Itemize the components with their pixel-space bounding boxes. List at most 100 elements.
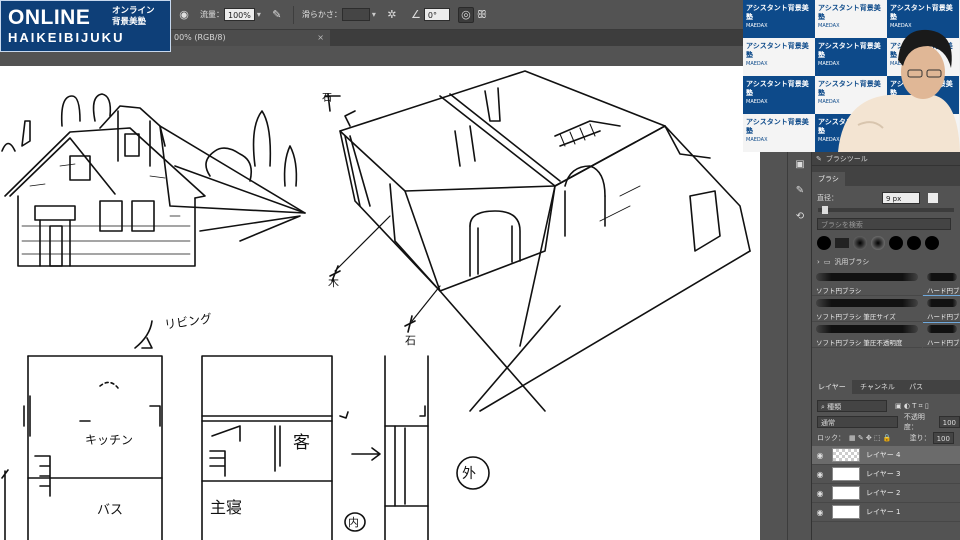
brush-tip[interactable] xyxy=(871,236,885,250)
history-icon[interactable]: ⟲ xyxy=(793,210,807,224)
brush-preset[interactable]: ハード円ブラシ xyxy=(923,270,960,296)
brush-search-input[interactable]: ブラシを検索 xyxy=(817,218,951,230)
eye-icon[interactable]: ◉ xyxy=(812,508,828,517)
size-label: 直径： xyxy=(817,194,838,202)
logo-japanese: オンライン 背景美塾 xyxy=(112,6,170,28)
blend-mode-select[interactable]: 通常 xyxy=(817,416,898,428)
panel-icon-strip: ▣ ✎ ⟲ xyxy=(787,152,811,540)
brush-group-name: 汎用ブラシ xyxy=(834,258,870,266)
layers-tabs: レイヤー チャンネル パス xyxy=(812,380,960,394)
layer-row[interactable]: ◉ レイヤー 1 xyxy=(812,503,960,522)
layer-row[interactable]: ◉ レイヤー 2 xyxy=(812,484,960,503)
brush-tips-row xyxy=(812,232,960,254)
layer-list: ◉ レイヤー 4 ◉ レイヤー 3 ◉ レイヤー 2 ◉ レイヤー 1 xyxy=(812,446,960,522)
symmetry-icon[interactable]: ꕥ xyxy=(474,7,490,23)
size-field[interactable]: 9 px xyxy=(882,192,920,204)
brush-preset[interactable]: ハード円ブ xyxy=(923,322,960,348)
chevron-down-icon[interactable]: ▾ xyxy=(257,10,261,19)
fill-label: 塗り： xyxy=(909,434,931,442)
tab-channels[interactable]: チャンネル xyxy=(854,380,901,394)
angle-icon: ∠ xyxy=(410,8,421,21)
new-brush-icon[interactable] xyxy=(928,193,938,203)
pressure-size-icon[interactable]: ◎ xyxy=(457,6,474,23)
opacity-label: 不透明度： xyxy=(903,413,925,431)
channel-logo: ONLINE HAIKEIBIJUKU オンライン 背景美塾 xyxy=(0,0,171,52)
brush-preset-label: ソフト円ブラシ 筆圧サイズ xyxy=(816,313,896,321)
lock-icons[interactable]: ▦ ✎ ✥ ⬚ 🔒 xyxy=(849,434,892,442)
layer-name: レイヤー 1 xyxy=(866,508,901,516)
brush-icon[interactable]: ✎ xyxy=(793,184,807,198)
photoshop-window: { "logo": { "main": "ONLINE", "sub": "HA… xyxy=(0,0,960,540)
logo-jp-line2: 背景美塾 xyxy=(112,17,147,27)
annotation-master-bed: 主寝 xyxy=(210,498,242,517)
tab-layers[interactable]: レイヤー xyxy=(812,380,852,394)
search-row: ブラシを検索 xyxy=(812,216,960,232)
eye-icon[interactable]: ◉ xyxy=(812,451,828,460)
gear-icon[interactable]: ✲ xyxy=(384,7,400,23)
chevron-down-icon[interactable]: › xyxy=(817,258,820,266)
opacity-field[interactable]: 100 xyxy=(938,416,960,428)
brush-preset[interactable]: ソフト円ブラシ 筆圧不透明度 xyxy=(812,322,922,348)
layer-row[interactable]: ◉ レイヤー 3 xyxy=(812,465,960,484)
fill-field[interactable]: 100 xyxy=(932,432,954,444)
brush-tool-icon: ✎ xyxy=(816,154,822,163)
annotation-kitchen: キッチン xyxy=(85,433,133,447)
brush-preset[interactable]: ソフト円ブラシ xyxy=(812,270,922,296)
webcam-overlay: アシスタント背景美塾 MAEDAX アシスタント背景美塾 MAEDAX アシスタント… xyxy=(743,0,960,152)
airbrush-icon[interactable]: ✎ xyxy=(269,7,285,23)
layer-row[interactable]: ◉ レイヤー 4 xyxy=(812,446,960,465)
flow-label: 流量： xyxy=(200,10,224,19)
brush-preset-label: ハード円ブラシ xyxy=(927,287,960,295)
brush-tip[interactable] xyxy=(907,236,921,250)
document-tab[interactable]: 00% (RGB/8) × xyxy=(170,30,330,46)
layer-kind-label: 種類 xyxy=(827,403,842,411)
filter-icons[interactable]: ▣ ◐ T ⌗ ▯ xyxy=(895,402,929,411)
brush-settings-icon[interactable]: ◉ xyxy=(176,7,192,23)
brush-tip[interactable] xyxy=(817,236,831,250)
layer-name: レイヤー 4 xyxy=(866,451,901,459)
size-slider[interactable] xyxy=(818,206,954,214)
blend-row: 通常 不透明度： 100 xyxy=(812,413,960,431)
brush-preset-label: ハード円ブラ xyxy=(927,313,960,321)
annotation-stone-1: 石 xyxy=(322,93,332,104)
annotation-bath: バス xyxy=(97,503,123,518)
close-icon[interactable]: × xyxy=(317,30,324,46)
brush-preset-selected[interactable]: ハード円ブラ xyxy=(923,295,960,323)
layer-name: レイヤー 2 xyxy=(866,489,901,497)
brush-tip[interactable] xyxy=(889,236,903,250)
flow-field[interactable]: 100% xyxy=(224,8,255,21)
angle-field[interactable]: 0° xyxy=(423,8,450,21)
smoothing-label: 滑らかさ： xyxy=(301,10,342,19)
layer-name: レイヤー 3 xyxy=(866,470,901,478)
annotation-inside: 内 xyxy=(348,515,359,529)
layer-thumbnail xyxy=(832,467,860,481)
eye-icon[interactable]: ◉ xyxy=(812,470,828,479)
lock-label: ロック： xyxy=(817,434,845,442)
brush-stroke-preview xyxy=(816,325,918,333)
layer-kind-select[interactable]: ⌕ 種類 xyxy=(817,400,887,412)
sketch-drawing: 石 木 石 リビング キッチン バス 客 主寝 外 内 xyxy=(1,70,751,540)
brush-tip[interactable] xyxy=(853,236,867,250)
brush-tabs: ブラシ xyxy=(812,166,960,186)
annotation-living: リビング xyxy=(163,311,212,332)
chevron-down-icon[interactable]: ▾ xyxy=(372,10,376,19)
annotation-stone-2: 石 xyxy=(405,334,416,347)
brush-preset[interactable]: ソフト円ブラシ 筆圧サイズ xyxy=(812,296,922,322)
tab-paths[interactable]: パス xyxy=(903,380,929,394)
annotation-guest: 客 xyxy=(293,433,310,453)
brush-tip[interactable] xyxy=(835,238,849,248)
collapse-icon[interactable]: ▣ xyxy=(793,158,807,172)
layer-thumbnail xyxy=(832,486,860,500)
brush-tool-header: ✎ ブラシツール xyxy=(812,152,960,166)
slider-handle[interactable] xyxy=(822,206,828,214)
smoothing-field[interactable] xyxy=(341,8,370,21)
annotation-wood: 木 xyxy=(328,276,339,289)
eye-icon[interactable]: ◉ xyxy=(812,489,828,498)
drawing-canvas[interactable]: 石 木 石 リビング キッチン バス 客 主寝 外 内 xyxy=(0,66,760,540)
brush-group-row[interactable]: › ▭ 汎用ブラシ xyxy=(812,254,960,270)
brush-tool-title: ブラシツール xyxy=(825,154,868,163)
tab-brush[interactable]: ブラシ xyxy=(812,172,845,186)
brush-preset-label: ソフト円ブラシ 筆圧不透明度 xyxy=(816,339,903,347)
brush-tip[interactable] xyxy=(925,236,939,250)
